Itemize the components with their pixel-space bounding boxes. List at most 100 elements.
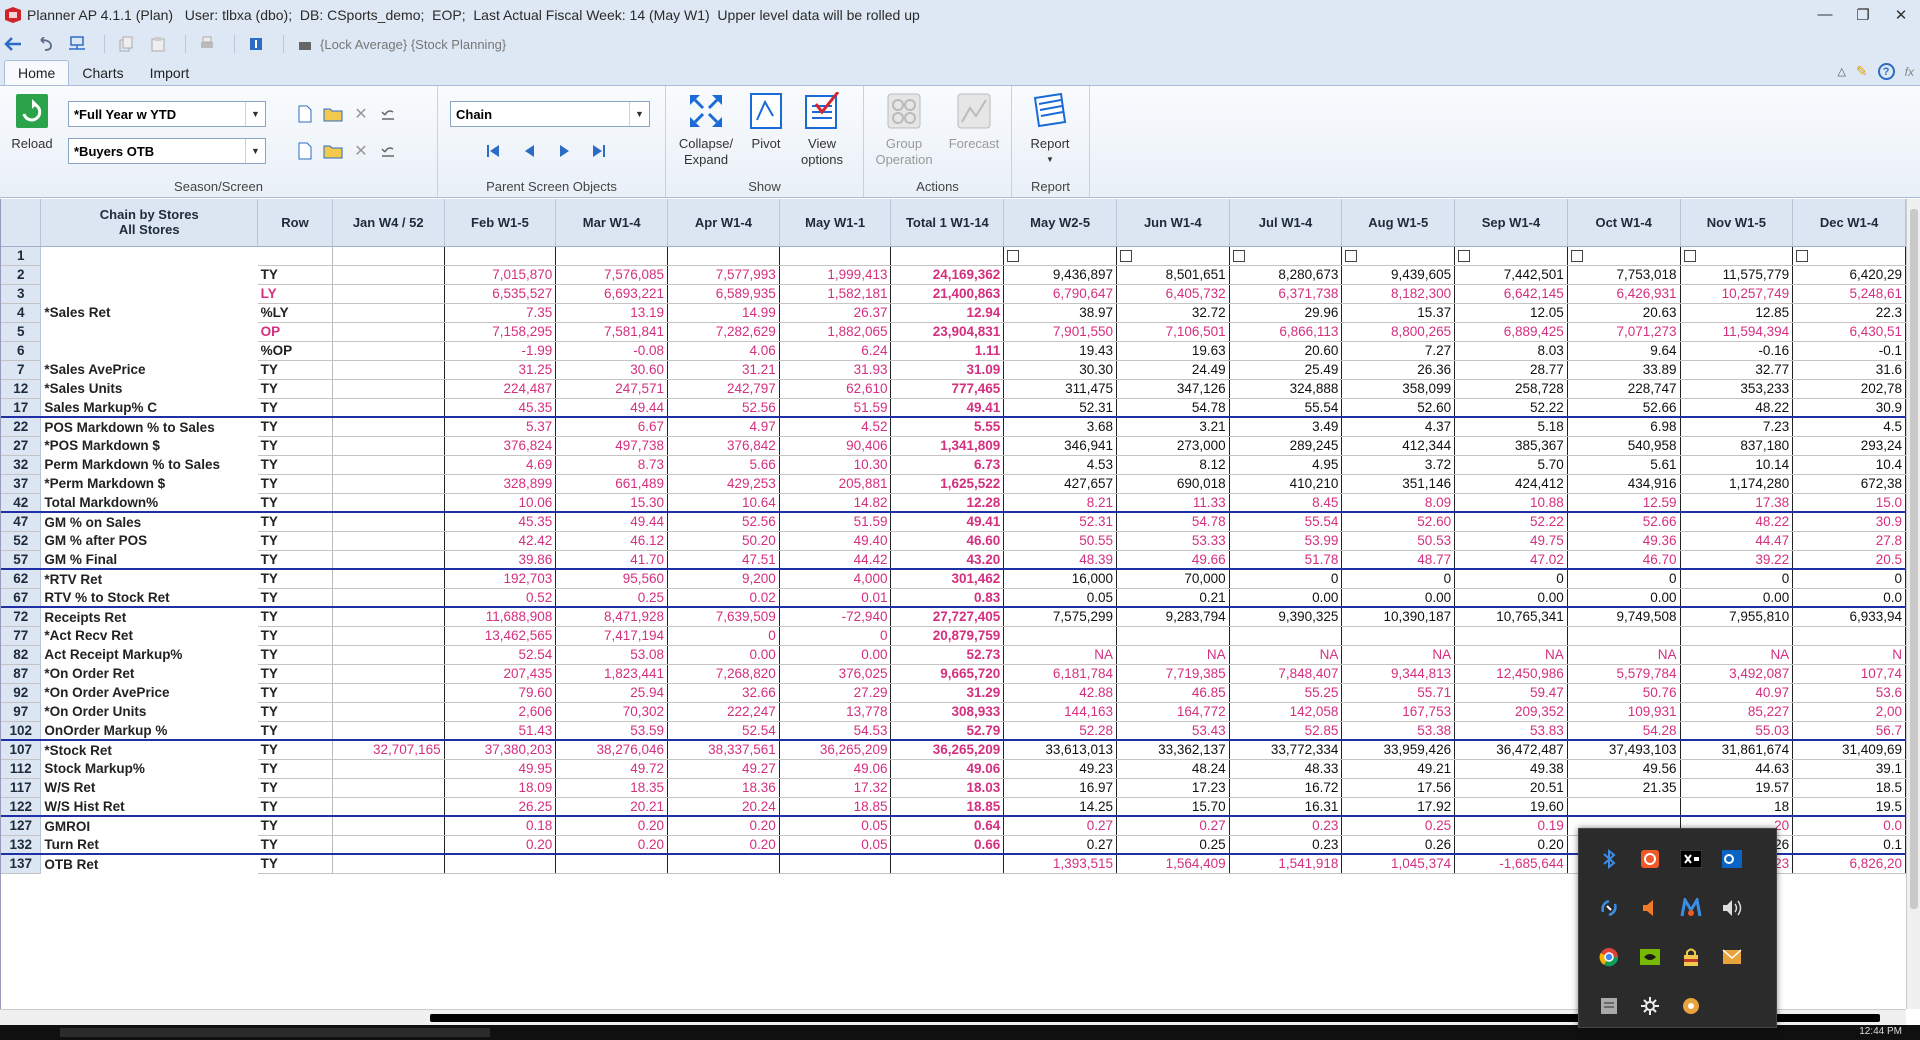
data-cell[interactable]: 4.69 (444, 455, 557, 475)
row-checkbox[interactable] (1683, 250, 1696, 263)
data-cell[interactable]: 31,409,69 (1792, 740, 1906, 760)
column-header[interactable]: May W1-1 (779, 199, 892, 247)
data-cell[interactable]: 32,707,165 (332, 740, 445, 760)
data-cell[interactable]: 47.02 (1454, 550, 1568, 570)
package-icon[interactable] (1676, 991, 1706, 1021)
data-cell[interactable]: 10,257,749 (1680, 284, 1794, 304)
data-cell[interactable] (332, 607, 445, 627)
data-cell[interactable]: 0 (779, 626, 892, 646)
data-cell[interactable]: 0.64 (890, 816, 1005, 836)
data-cell[interactable]: 56.7 (1792, 721, 1906, 741)
data-cell[interactable]: 15.70 (1116, 797, 1230, 817)
data-cell[interactable] (332, 417, 445, 437)
data-cell[interactable]: 308,933 (890, 702, 1005, 722)
data-cell[interactable]: 347,126 (1116, 379, 1230, 399)
data-cell[interactable]: 30.60 (555, 360, 669, 380)
data-cell[interactable] (332, 588, 445, 608)
row-number[interactable]: 127 (1, 816, 42, 836)
data-cell[interactable]: 22.3 (1792, 303, 1906, 323)
data-cell[interactable]: 7,282,629 (667, 322, 780, 342)
data-cell[interactable]: 0.00 (667, 645, 780, 665)
data-cell[interactable]: 7.27 (1341, 341, 1456, 361)
data-cell[interactable] (332, 303, 445, 323)
data-cell[interactable] (332, 835, 445, 855)
data-cell[interactable]: 18.35 (555, 778, 669, 798)
row-number[interactable]: 107 (1, 740, 42, 760)
data-cell[interactable]: 8.45 (1229, 493, 1343, 513)
vertical-scrollbar[interactable] (1906, 199, 1920, 1009)
data-cell[interactable]: 21,400,863 (890, 284, 1005, 304)
reload-button[interactable]: Reload (8, 92, 56, 152)
data-cell[interactable] (332, 512, 445, 532)
data-cell[interactable]: 49.27 (667, 759, 780, 779)
data-cell[interactable]: 13,462,565 (444, 626, 557, 646)
data-cell[interactable]: 30.30 (1003, 360, 1117, 380)
data-cell[interactable]: 0.83 (890, 588, 1005, 608)
data-cell[interactable]: 70,302 (555, 702, 669, 722)
data-cell[interactable]: 42.42 (444, 531, 557, 551)
data-cell[interactable]: 0.25 (555, 588, 669, 608)
paste-icon[interactable] (145, 32, 171, 56)
data-cell[interactable]: 51.78 (1229, 550, 1343, 570)
data-cell[interactable] (890, 854, 1005, 874)
data-cell[interactable]: 376,824 (444, 436, 557, 456)
data-cell[interactable]: 0.20 (1454, 835, 1568, 855)
data-cell[interactable]: 4.06 (667, 341, 780, 361)
data-cell[interactable]: 0.05 (1003, 588, 1117, 608)
data-cell[interactable]: 3,492,087 (1680, 664, 1794, 684)
data-cell[interactable]: 10.06 (444, 493, 557, 513)
data-cell[interactable]: 429,253 (667, 474, 780, 494)
data-cell[interactable] (1003, 626, 1117, 646)
data-cell[interactable]: 4.53 (1003, 455, 1117, 475)
data-cell[interactable]: 33,613,013 (1003, 740, 1117, 760)
vertical-scroll-thumb[interactable] (1910, 209, 1918, 909)
data-cell[interactable]: 1,582,181 (779, 284, 892, 304)
data-cell[interactable]: 0.25 (1116, 835, 1230, 855)
data-cell[interactable]: 52.28 (1003, 721, 1117, 741)
next-record-icon[interactable] (554, 140, 576, 162)
data-cell[interactable]: 0.02 (667, 588, 780, 608)
row-number[interactable]: 42 (1, 493, 42, 513)
data-cell[interactable]: 12.85 (1680, 303, 1794, 323)
data-cell[interactable] (1680, 626, 1794, 646)
data-cell[interactable]: 17.92 (1341, 797, 1456, 817)
data-cell[interactable]: 0.25 (1341, 816, 1456, 836)
data-cell[interactable]: 53.99 (1229, 531, 1343, 551)
data-cell[interactable] (332, 797, 445, 817)
data-cell[interactable]: 27.8 (1792, 531, 1906, 551)
data-cell[interactable]: 5.66 (667, 455, 780, 475)
bluetooth-icon[interactable] (1594, 844, 1624, 874)
row-number[interactable]: 1 (1, 246, 42, 266)
data-cell[interactable]: 4.5 (1792, 417, 1906, 437)
column-header[interactable]: Total 1 W1-14 (890, 199, 1005, 247)
data-cell[interactable]: 4,000 (779, 569, 892, 589)
data-cell[interactable]: 6,693,221 (555, 284, 669, 304)
row-checkbox[interactable] (1232, 250, 1245, 263)
data-cell[interactable]: 50.76 (1567, 683, 1681, 703)
data-cell[interactable]: 16.31 (1229, 797, 1343, 817)
data-cell[interactable] (332, 379, 445, 399)
data-cell[interactable]: 0.23 (1229, 816, 1343, 836)
mail-icon[interactable] (1717, 942, 1747, 972)
data-cell[interactable]: 7.35 (444, 303, 557, 323)
data-cell[interactable]: 6,889,425 (1454, 322, 1568, 342)
data-cell[interactable]: NA (1567, 645, 1681, 665)
chrome-icon[interactable] (1594, 942, 1624, 972)
revert-screen-icon[interactable] (377, 140, 399, 162)
data-cell[interactable]: 0.27 (1116, 816, 1230, 836)
data-cell[interactable]: 6,642,145 (1454, 284, 1568, 304)
data-cell[interactable]: 4.95 (1229, 455, 1343, 475)
tab-charts[interactable]: Charts (69, 60, 136, 85)
data-cell[interactable]: 6,426,931 (1567, 284, 1681, 304)
data-cell[interactable]: 53.38 (1341, 721, 1456, 741)
data-cell[interactable]: 192,703 (444, 569, 557, 589)
data-cell[interactable]: NA (1341, 645, 1456, 665)
data-cell[interactable]: 324,888 (1229, 379, 1343, 399)
column-header[interactable]: Oct W1-4 (1567, 199, 1681, 247)
data-cell[interactable]: 247,571 (555, 379, 669, 399)
data-cell[interactable]: 412,344 (1341, 436, 1456, 456)
data-cell[interactable]: 6,420,29 (1792, 265, 1906, 285)
data-cell[interactable]: 5,248,61 (1792, 284, 1906, 304)
taskbar-clock[interactable]: 12:44 PM (1859, 1026, 1902, 1037)
data-cell[interactable]: -72,940 (779, 607, 892, 627)
